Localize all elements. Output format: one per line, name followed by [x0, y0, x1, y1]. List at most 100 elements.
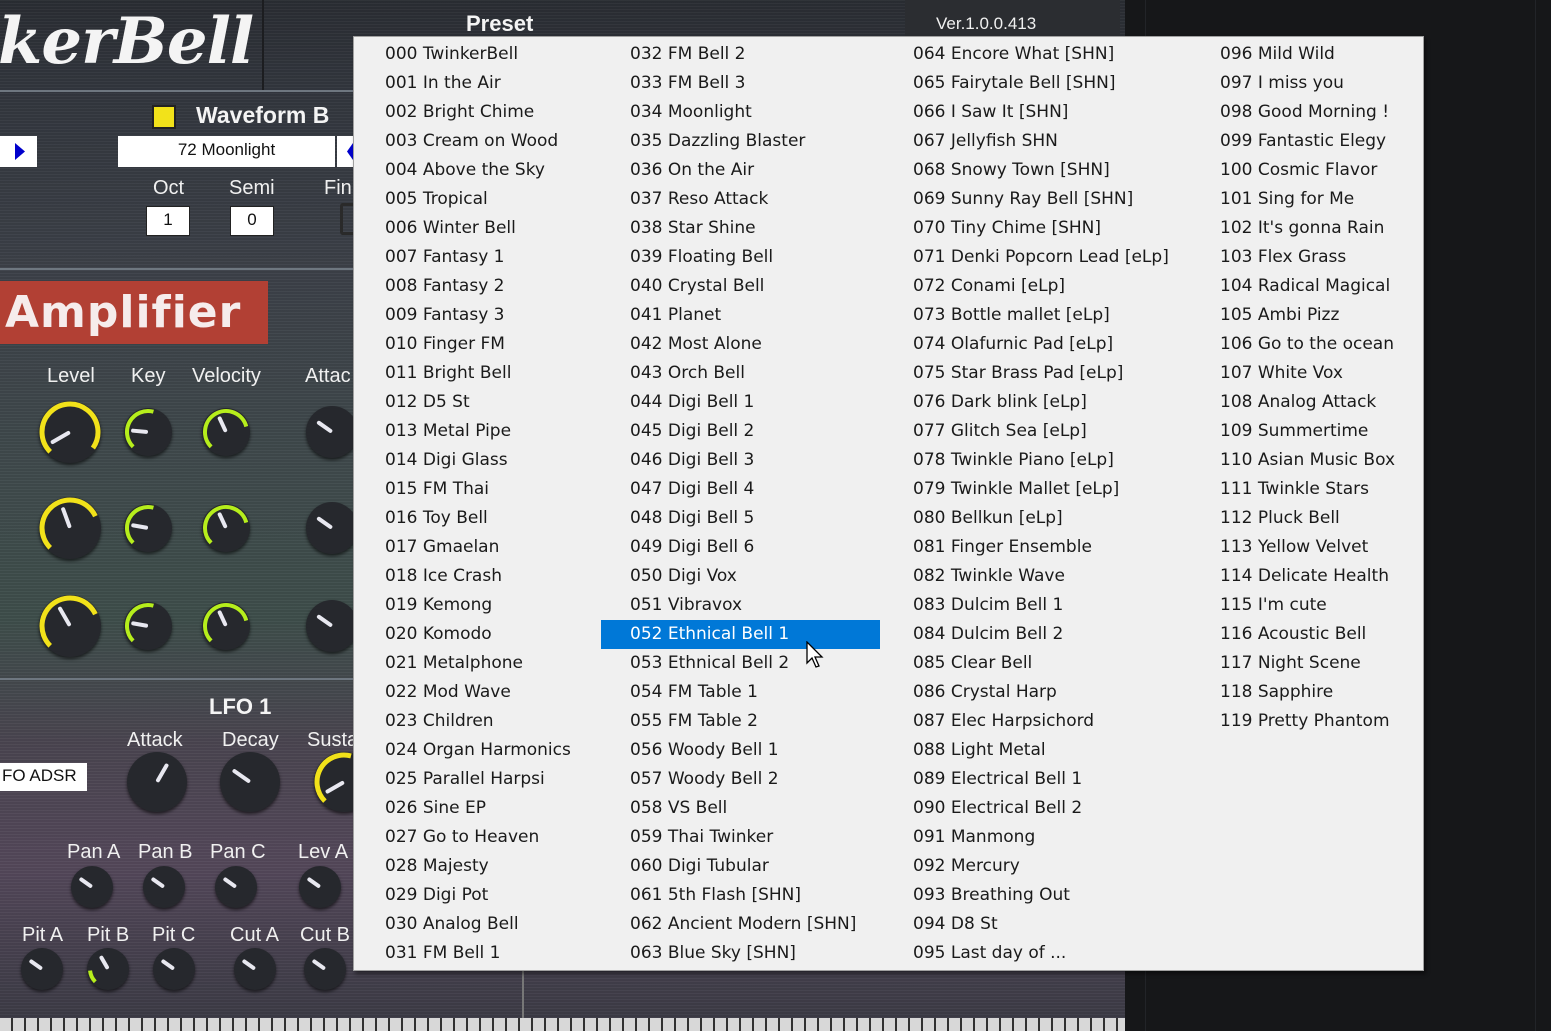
waveform-b-toggle[interactable] — [152, 105, 176, 129]
preset-menu-item[interactable]: 010 Finger FM — [380, 330, 625, 359]
preset-menu-item[interactable]: 101 Sing for Me — [1215, 185, 1420, 214]
preset-menu-item[interactable]: 113 Yellow Velvet — [1215, 533, 1420, 562]
knob[interactable] — [306, 406, 358, 458]
knob[interactable] — [299, 866, 341, 908]
preset-menu-item[interactable]: 019 Kemong — [380, 591, 625, 620]
preset-menu-item[interactable]: 085 Clear Bell — [908, 649, 1213, 678]
knob[interactable] — [202, 408, 250, 456]
preset-menu-item[interactable]: 028 Majesty — [380, 852, 625, 881]
preset-menu-item[interactable]: 018 Ice Crash — [380, 562, 625, 591]
preset-menu-item[interactable]: 069 Sunny Ray Bell [SHN] — [908, 185, 1213, 214]
preset-menu-item[interactable]: 080 Bellkun [eLp] — [908, 504, 1213, 533]
preset-menu-item[interactable]: 046 Digi Bell 3 — [625, 446, 909, 475]
preset-menu-item[interactable]: 057 Woody Bell 2 — [625, 765, 909, 794]
preset-menu-item[interactable]: 052 Ethnical Bell 1 — [601, 620, 880, 649]
preset-menu-item[interactable]: 045 Digi Bell 2 — [625, 417, 909, 446]
waveform-a-next-button[interactable] — [0, 136, 37, 167]
waveform-b-select[interactable]: 72 Moonlight — [118, 136, 335, 167]
knob[interactable] — [124, 602, 172, 650]
preset-menu-item[interactable]: 006 Winter Bell — [380, 214, 625, 243]
preset-menu-item[interactable]: 091 Manmong — [908, 823, 1213, 852]
preset-menu-item[interactable]: 066 I Saw It [SHN] — [908, 98, 1213, 127]
preset-menu-item[interactable]: 086 Crystal Harp — [908, 678, 1213, 707]
preset-menu-item[interactable]: 029 Digi Pot — [380, 881, 625, 910]
preset-menu-item[interactable]: 087 Elec Harpsichord — [908, 707, 1213, 736]
preset-menu-item[interactable]: 061 5th Flash [SHN] — [625, 881, 909, 910]
preset-menu-item[interactable]: 049 Digi Bell 6 — [625, 533, 909, 562]
waveform-b-prev-button[interactable] — [337, 136, 353, 167]
preset-menu-item[interactable]: 082 Twinkle Wave — [908, 562, 1213, 591]
preset-menu-item[interactable]: 048 Digi Bell 5 — [625, 504, 909, 533]
knob[interactable] — [234, 948, 276, 990]
knob[interactable] — [39, 497, 101, 559]
preset-menu-item[interactable]: 106 Go to the ocean — [1215, 330, 1420, 359]
preset-menu-item[interactable]: 011 Bright Bell — [380, 359, 625, 388]
preset-menu-item[interactable]: 118 Sapphire — [1215, 678, 1420, 707]
preset-menu-item[interactable]: 109 Summertime — [1215, 417, 1420, 446]
preset-menu-item[interactable]: 017 Gmaelan — [380, 533, 625, 562]
preset-menu-item[interactable]: 099 Fantastic Elegy — [1215, 127, 1420, 156]
preset-menu-item[interactable]: 110 Asian Music Box — [1215, 446, 1420, 475]
preset-menu-item[interactable]: 107 White Vox — [1215, 359, 1420, 388]
knob[interactable] — [39, 401, 101, 463]
knob[interactable] — [215, 866, 257, 908]
preset-menu-item[interactable]: 034 Moonlight — [625, 98, 909, 127]
preset-menu-item[interactable]: 000 TwinkerBell — [380, 40, 625, 69]
preset-menu-item[interactable]: 036 On the Air — [625, 156, 909, 185]
knob[interactable] — [143, 866, 185, 908]
knob[interactable] — [39, 595, 101, 657]
preset-menu-item[interactable]: 060 Digi Tubular — [625, 852, 909, 881]
preset-menu-item[interactable]: 014 Digi Glass — [380, 446, 625, 475]
preset-menu-item[interactable]: 104 Radical Magical — [1215, 272, 1420, 301]
preset-menu-item[interactable]: 063 Blue Sky [SHN] — [625, 939, 909, 968]
knob[interactable] — [124, 408, 172, 456]
preset-menu-item[interactable]: 079 Twinkle Mallet [eLp] — [908, 475, 1213, 504]
knob[interactable] — [71, 866, 113, 908]
knob[interactable] — [87, 948, 129, 990]
preset-menu-item[interactable]: 023 Children — [380, 707, 625, 736]
preset-menu-item[interactable]: 050 Digi Vox — [625, 562, 909, 591]
preset-menu-item[interactable]: 092 Mercury — [908, 852, 1213, 881]
preset-menu-item[interactable]: 111 Twinkle Stars — [1215, 475, 1420, 504]
preset-menu-item[interactable]: 033 FM Bell 3 — [625, 69, 909, 98]
preset-menu-item[interactable]: 071 Denki Popcorn Lead [eLp] — [908, 243, 1213, 272]
preset-menu-item[interactable]: 002 Bright Chime — [380, 98, 625, 127]
preset-menu-item[interactable]: 027 Go to Heaven — [380, 823, 625, 852]
knob[interactable] — [220, 752, 280, 812]
preset-menu-item[interactable]: 001 In the Air — [380, 69, 625, 98]
preset-menu-item[interactable]: 115 I'm cute — [1215, 591, 1420, 620]
preset-menu-item[interactable]: 089 Electrical Bell 1 — [908, 765, 1213, 794]
semi-field[interactable]: 0 — [230, 206, 274, 236]
preset-menu-item[interactable]: 094 D8 St — [908, 910, 1213, 939]
preset-menu-item[interactable]: 100 Cosmic Flavor — [1215, 156, 1420, 185]
preset-menu-item[interactable]: 062 Ancient Modern [SHN] — [625, 910, 909, 939]
preset-menu-item[interactable]: 043 Orch Bell — [625, 359, 909, 388]
preset-menu-item[interactable]: 042 Most Alone — [625, 330, 909, 359]
preset-menu-item[interactable]: 051 Vibravox — [625, 591, 909, 620]
preset-menu-item[interactable]: 105 Ambi Pizz — [1215, 301, 1420, 330]
preset-menu-item[interactable]: 056 Woody Bell 1 — [625, 736, 909, 765]
preset-menu-item[interactable]: 058 VS Bell — [625, 794, 909, 823]
preset-menu-item[interactable]: 032 FM Bell 2 — [625, 40, 909, 69]
preset-menu-item[interactable]: 088 Light Metal — [908, 736, 1213, 765]
lfo-adsr-select[interactable]: FO ADSR — [0, 763, 87, 791]
oct-field[interactable]: 1 — [146, 206, 190, 236]
preset-menu-item[interactable]: 090 Electrical Bell 2 — [908, 794, 1213, 823]
knob[interactable] — [124, 504, 172, 552]
preset-menu-item[interactable]: 119 Pretty Phantom — [1215, 707, 1420, 736]
preset-menu-item[interactable]: 031 FM Bell 1 — [380, 939, 625, 968]
preset-menu-item[interactable]: 039 Floating Bell — [625, 243, 909, 272]
preset-menu-item[interactable]: 095 Last day of ... — [908, 939, 1213, 968]
knob[interactable] — [202, 602, 250, 650]
knob[interactable] — [153, 948, 195, 990]
preset-menu-item[interactable]: 112 Pluck Bell — [1215, 504, 1420, 533]
preset-menu-item[interactable]: 077 Glitch Sea [eLp] — [908, 417, 1213, 446]
preset-menu-item[interactable]: 054 FM Table 1 — [625, 678, 909, 707]
preset-dropdown-menu[interactable]: 000 TwinkerBell 001 In the Air 002 Bright … — [353, 36, 1424, 971]
preset-menu-item[interactable]: 008 Fantasy 2 — [380, 272, 625, 301]
preset-menu-item[interactable]: 108 Analog Attack — [1215, 388, 1420, 417]
preset-menu-item[interactable]: 070 Tiny Chime [SHN] — [908, 214, 1213, 243]
preset-menu-item[interactable]: 078 Twinkle Piano [eLp] — [908, 446, 1213, 475]
preset-menu-item[interactable]: 059 Thai Twinker — [625, 823, 909, 852]
preset-menu-item[interactable]: 003 Cream on Wood — [380, 127, 625, 156]
